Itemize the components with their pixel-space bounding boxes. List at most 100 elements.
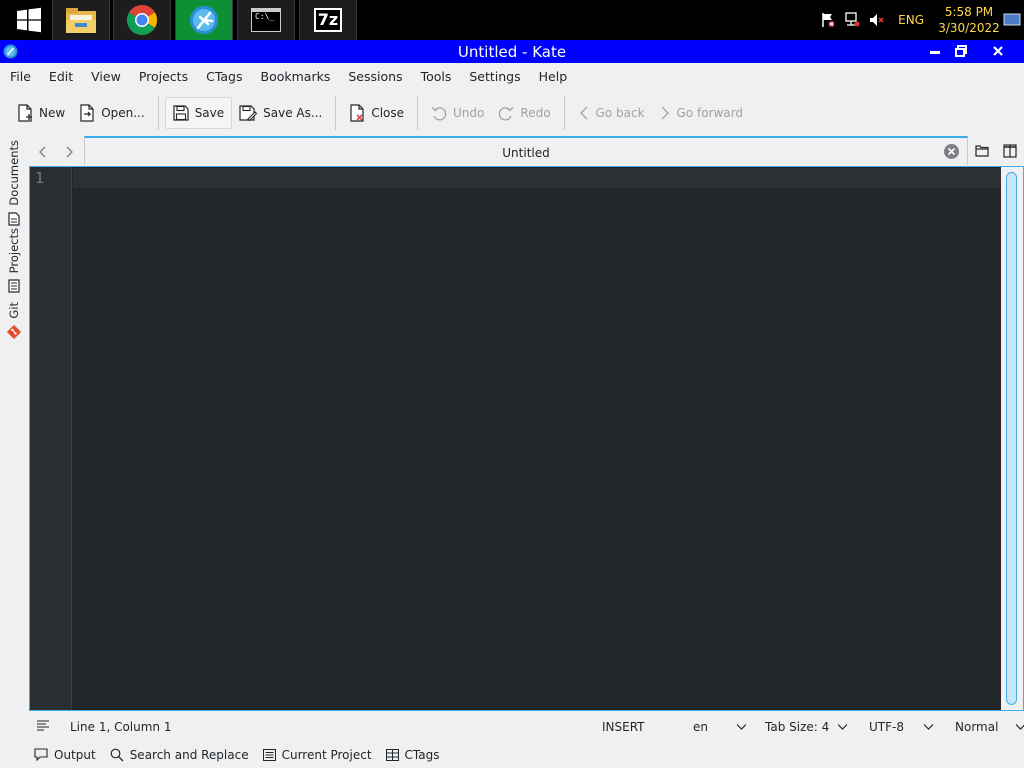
menu-tools[interactable]: Tools	[412, 69, 461, 84]
encoding-selector[interactable]: UTF-8	[869, 720, 934, 734]
input-language[interactable]: ENG	[898, 13, 924, 27]
menu-projects[interactable]: Projects	[130, 69, 197, 84]
7zip-icon: 7z	[314, 8, 342, 32]
input-mode[interactable]: INSERT	[602, 720, 645, 734]
project-list-icon	[262, 748, 276, 761]
menu-view[interactable]: View	[82, 69, 130, 84]
language-value: en	[693, 720, 708, 734]
sidebar-tab-label: Projects	[7, 228, 21, 274]
tab-output[interactable]: Output	[34, 748, 96, 762]
maximize-button[interactable]	[948, 40, 974, 62]
start-button[interactable]	[0, 0, 58, 40]
output-icon	[34, 748, 48, 761]
windows-logo-icon	[17, 7, 41, 33]
taskbar-7zip[interactable]: 7z	[299, 0, 357, 40]
network-icon[interactable]	[843, 12, 861, 28]
sidebar-tab-git[interactable]: Git	[4, 302, 24, 340]
minimize-icon	[930, 51, 940, 54]
undo-icon	[431, 106, 447, 121]
ctags-icon	[385, 748, 399, 761]
split-view-button[interactable]	[1001, 142, 1019, 160]
undo-button[interactable]: Undo	[424, 97, 491, 129]
window-titlebar[interactable]: Untitled - Kate	[0, 40, 1024, 63]
document-tab-untitled[interactable]: Untitled	[84, 136, 968, 165]
close-document-button[interactable]: Close	[342, 97, 411, 129]
arrow-right-icon	[661, 106, 669, 120]
tab-close-button[interactable]	[944, 144, 959, 159]
redo-button[interactable]: Redo	[491, 97, 557, 129]
save-as-button[interactable]: Save As...	[232, 97, 329, 129]
sidebar-tab-label: Documents	[7, 140, 21, 206]
new-button[interactable]: New	[10, 97, 72, 129]
close-window-button[interactable]	[985, 40, 1011, 62]
chevron-down-icon	[736, 724, 747, 730]
documents-icon	[8, 211, 20, 226]
clock-date: 3/30/2022	[938, 21, 1000, 35]
tab-current-project[interactable]: Current Project	[262, 748, 372, 762]
redo-icon	[499, 106, 514, 121]
save-button[interactable]: Save	[164, 97, 233, 129]
go-forward-button[interactable]: Go forward	[652, 97, 750, 129]
chevron-left-icon	[39, 146, 46, 157]
taskbar-chrome[interactable]	[113, 0, 171, 40]
kate-icon	[190, 6, 218, 34]
tab-search-replace[interactable]: Search and Replace	[110, 748, 249, 762]
go-back-button[interactable]: Go back	[571, 97, 652, 129]
tab-ctags[interactable]: CTags	[385, 748, 440, 762]
menu-help[interactable]: Help	[530, 69, 577, 84]
text-editor[interactable]: 1	[29, 166, 1024, 711]
tab-navigation	[30, 138, 84, 165]
close-document-icon	[350, 104, 364, 122]
status-bar: Line 1, Column 1 INSERT en Tab Size: 4 U…	[0, 712, 1024, 740]
menu-edit[interactable]: Edit	[40, 69, 82, 84]
menu-file[interactable]: File	[1, 69, 40, 84]
dictionary-button[interactable]	[36, 719, 50, 731]
prev-tab-button[interactable]	[30, 139, 56, 165]
vertical-scrollbar[interactable]	[1001, 167, 1023, 710]
menu-settings[interactable]: Settings	[460, 69, 529, 84]
menu-lines-icon	[37, 720, 49, 731]
volume-muted-icon[interactable]	[867, 12, 885, 28]
menu-ctags[interactable]: CTags	[197, 69, 251, 84]
line-number: 1	[35, 169, 45, 187]
search-icon	[110, 748, 124, 761]
document-open-icon	[975, 145, 989, 157]
taskbar-file-explorer[interactable]	[52, 0, 110, 40]
open-button[interactable]: Open...	[72, 97, 152, 129]
show-desktop-button[interactable]	[1000, 0, 1024, 40]
highlight-mode-selector[interactable]: Normal	[955, 720, 1024, 734]
quick-open-button[interactable]	[973, 142, 991, 160]
sidebar-tab-label: Git	[7, 302, 21, 319]
bottom-panel-tabs: Output Search and Replace Current Projec…	[0, 741, 1024, 768]
save-icon	[173, 105, 189, 121]
clock[interactable]: 5:58 PM 3/30/2022	[938, 4, 1000, 36]
git-icon	[6, 324, 22, 339]
chrome-icon	[126, 4, 158, 36]
open-document-icon	[80, 104, 94, 122]
toolbar-separator	[335, 96, 337, 130]
toolbar-separator	[563, 96, 565, 130]
cursor-position[interactable]: Line 1, Column 1	[70, 720, 172, 734]
highlight-value: Normal	[955, 720, 999, 734]
menu-bookmarks[interactable]: Bookmarks	[252, 69, 340, 84]
toolbar-separator	[157, 96, 159, 130]
taskbar-terminal[interactable]: C:\_	[237, 0, 295, 40]
tab-size-selector[interactable]: Tab Size: 4	[765, 720, 848, 734]
new-document-icon	[18, 104, 32, 122]
scrollbar-thumb[interactable]	[1006, 172, 1017, 705]
menu-sessions[interactable]: Sessions	[339, 69, 411, 84]
encoding-value: UTF-8	[869, 720, 904, 734]
taskbar-kate[interactable]	[175, 0, 233, 40]
sidebar-tab-projects[interactable]: Projects	[4, 228, 24, 293]
menu-bar: File Edit View Projects CTags Bookmarks …	[0, 63, 1024, 90]
minimize-button[interactable]	[922, 40, 948, 62]
next-tab-button[interactable]	[56, 139, 82, 165]
tab-size-value: Tab Size: 4	[765, 720, 830, 734]
chevron-down-icon	[1015, 724, 1024, 730]
action-center-flag-icon[interactable]	[819, 12, 837, 28]
projects-icon	[8, 279, 20, 293]
sidebar-tab-documents[interactable]: Documents	[4, 140, 24, 226]
taskbar: C:\_ 7z ENG 5:58 PM 3/30/2022	[0, 0, 1024, 40]
main-toolbar: New Open... Save Save As... Close Undo R…	[0, 92, 1024, 134]
spellcheck-language-selector[interactable]: en	[693, 720, 747, 734]
